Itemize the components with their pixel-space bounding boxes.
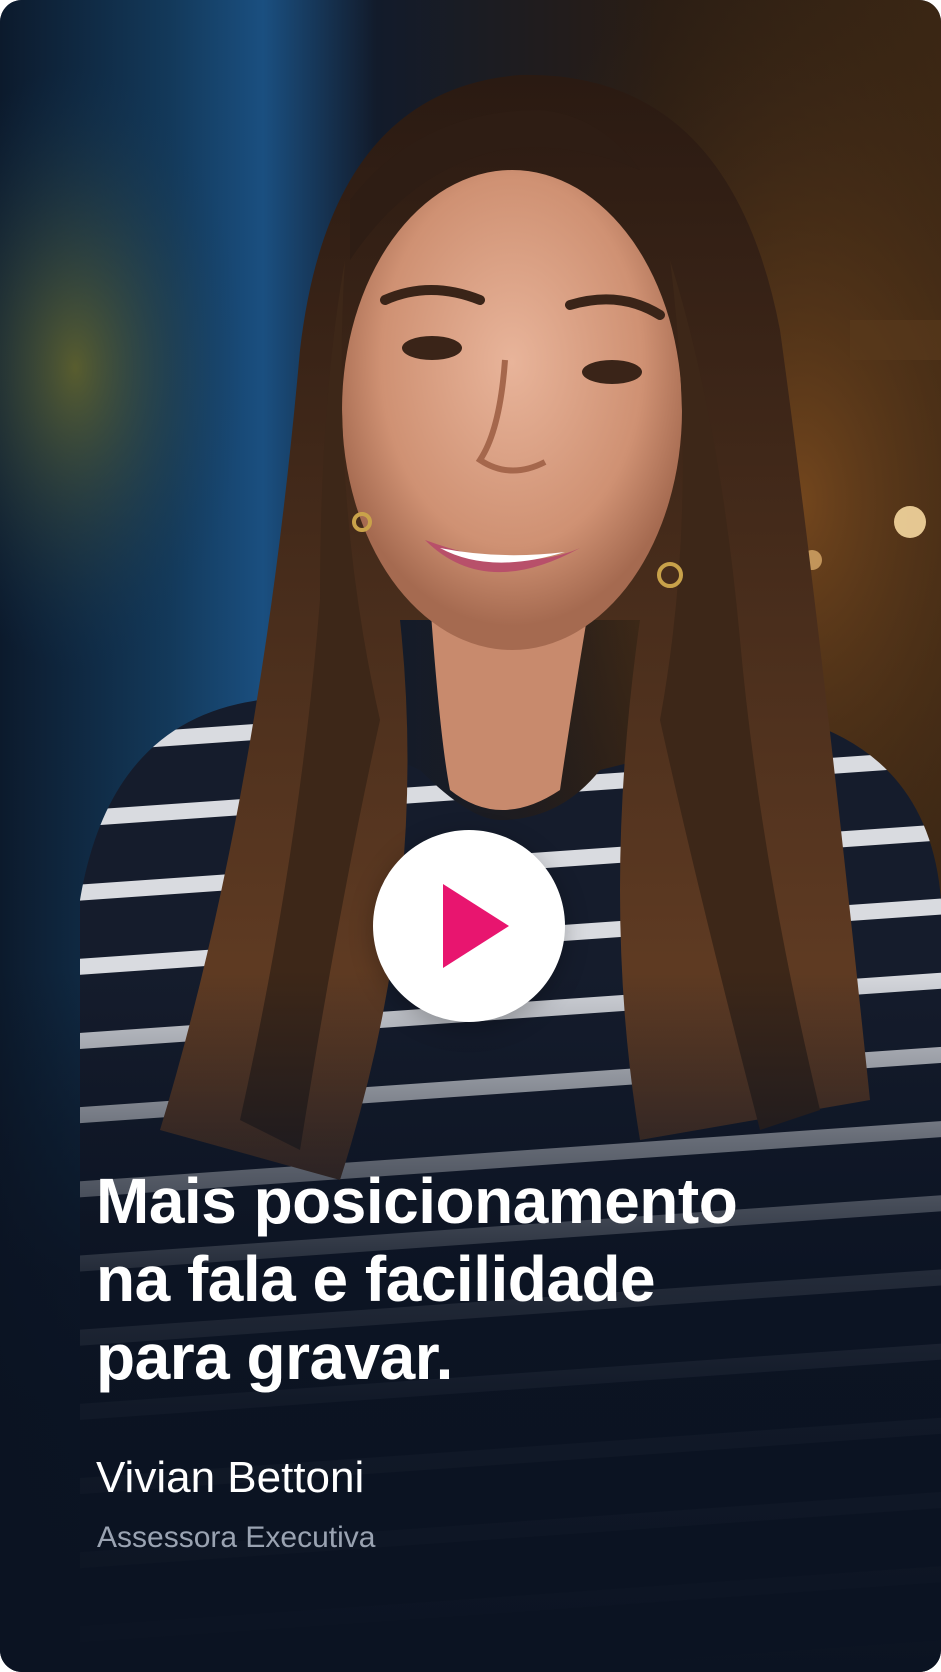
- play-icon: [443, 884, 509, 968]
- quote-line: para gravar.: [96, 1321, 453, 1393]
- person-name: Vivian Bettoni: [96, 1453, 365, 1502]
- person-role: Assessora Executiva: [97, 1521, 376, 1554]
- testimonial-card: Mais posicionamento na fala e facilidade…: [0, 0, 941, 1672]
- play-button[interactable]: [373, 830, 565, 1022]
- quote-line: Mais posicionamento: [96, 1165, 738, 1237]
- quote-line: na fala e facilidade: [96, 1243, 656, 1315]
- testimonial-quote: Mais posicionamento na fala e facilidade…: [96, 1162, 916, 1396]
